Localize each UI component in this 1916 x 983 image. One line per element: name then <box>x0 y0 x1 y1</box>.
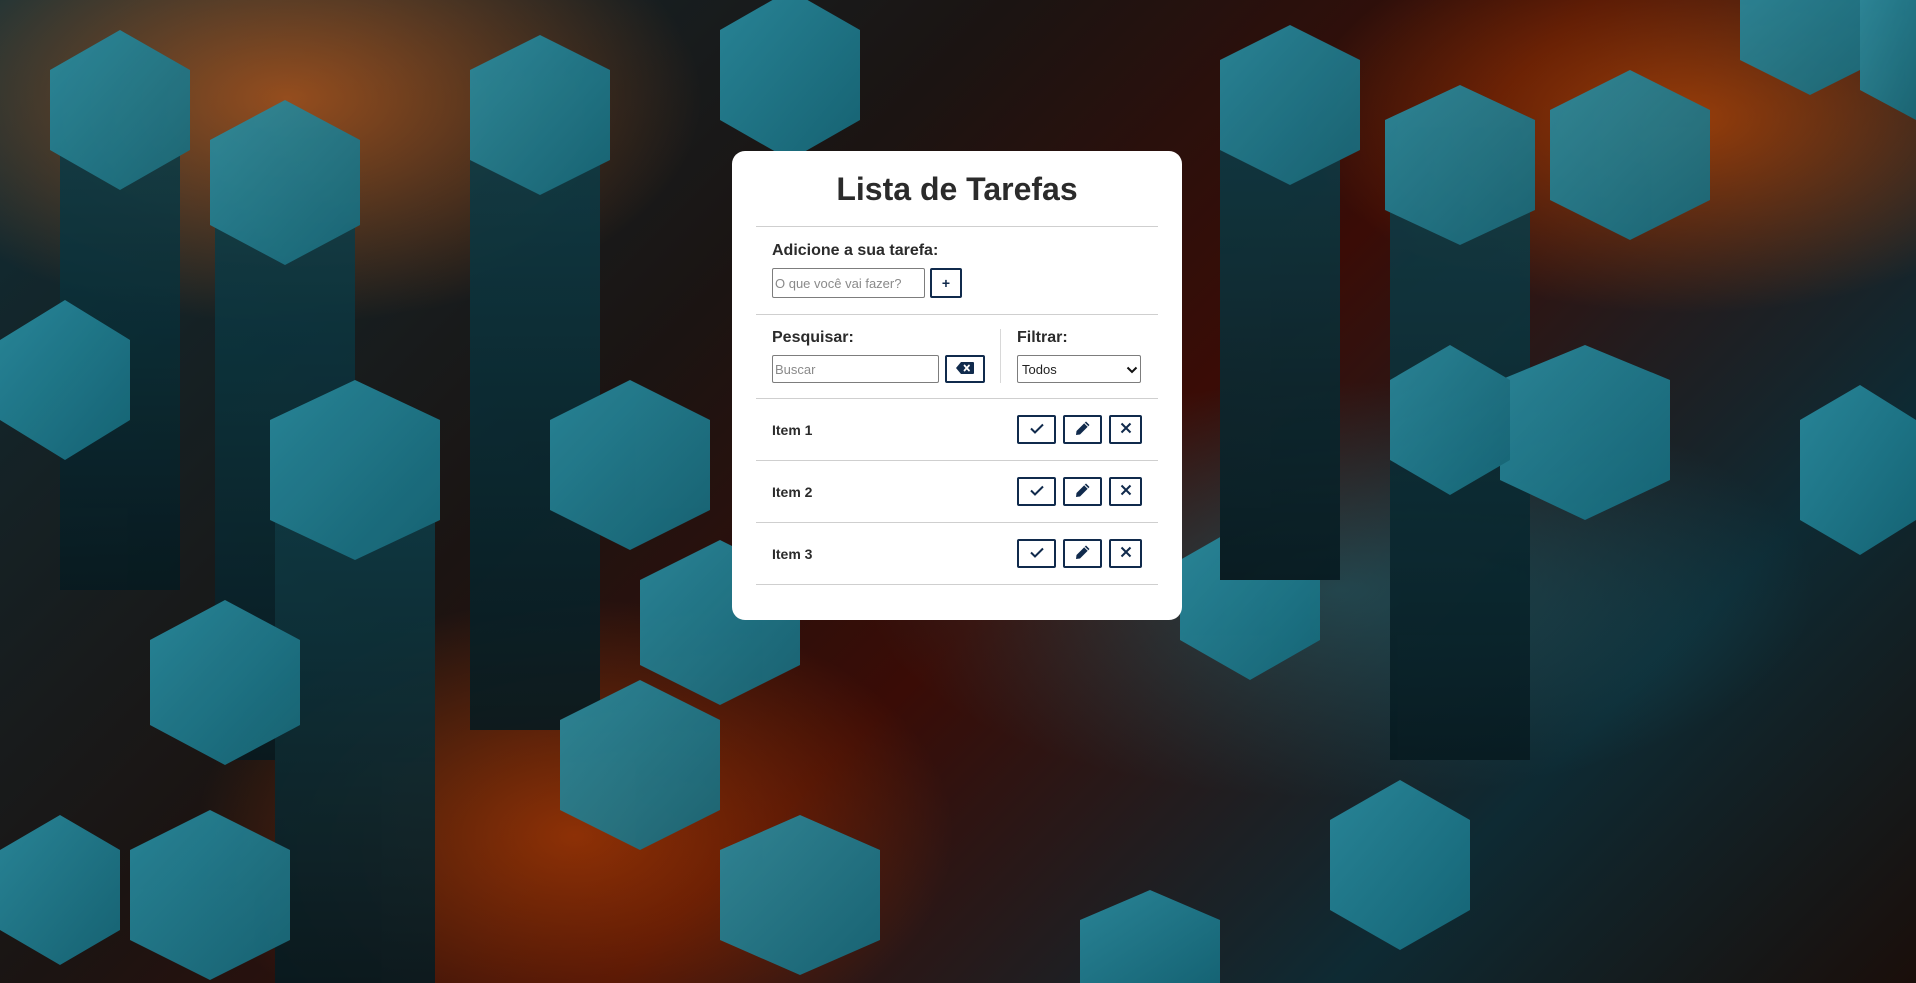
add-task-button[interactable]: + <box>930 268 962 298</box>
pencil-icon <box>1075 544 1091 563</box>
filter-select[interactable]: Todos <box>1017 355 1141 383</box>
todo-item: Item 1 <box>756 399 1158 461</box>
todo-item-label: Item 1 <box>772 421 813 438</box>
todo-actions <box>1017 539 1142 568</box>
close-icon <box>1120 422 1132 437</box>
page-title: Lista de Tarefas <box>756 171 1158 227</box>
pencil-icon <box>1075 482 1091 501</box>
todo-actions <box>1017 415 1142 444</box>
filter-selected-value: Todos <box>1022 361 1057 377</box>
toolbar: Pesquisar: Filtrar: Todos <box>756 315 1158 399</box>
todo-item-label: Item 3 <box>772 545 813 562</box>
add-task-row: + <box>772 268 1142 298</box>
clear-search-button[interactable] <box>945 355 985 383</box>
remove-todo-button[interactable] <box>1109 415 1142 444</box>
close-icon <box>1120 484 1132 499</box>
edit-todo-button[interactable] <box>1063 539 1102 568</box>
finish-todo-button[interactable] <box>1017 477 1056 506</box>
todo-item-label: Item 2 <box>772 483 813 500</box>
remove-todo-button[interactable] <box>1109 539 1142 568</box>
check-icon <box>1029 422 1044 437</box>
todo-card: Lista de Tarefas Adicione a sua tarefa: … <box>732 151 1182 620</box>
close-icon <box>1120 546 1132 561</box>
finish-todo-button[interactable] <box>1017 539 1056 568</box>
edit-todo-button[interactable] <box>1063 415 1102 444</box>
filter-label: Filtrar: <box>1017 329 1068 346</box>
check-icon <box>1029 546 1044 561</box>
search-label: Pesquisar: <box>772 329 854 346</box>
add-task-form: Adicione a sua tarefa: + <box>756 227 1158 315</box>
add-task-label: Adicione a sua tarefa: <box>772 242 939 259</box>
filter-section: Filtrar: Todos <box>1001 329 1141 383</box>
edit-todo-button[interactable] <box>1063 477 1102 506</box>
finish-todo-button[interactable] <box>1017 415 1056 444</box>
todo-list: Item 1 Item 2 Item 3 <box>756 399 1158 585</box>
search-section: Pesquisar: <box>772 329 1001 383</box>
todo-item: Item 2 <box>756 461 1158 523</box>
chevron-down-icon <box>1126 362 1138 377</box>
search-row <box>772 355 1000 383</box>
todo-actions <box>1017 477 1142 506</box>
pencil-icon <box>1075 420 1091 439</box>
backspace-icon <box>956 361 974 377</box>
todo-item: Item 3 <box>756 523 1158 585</box>
remove-todo-button[interactable] <box>1109 477 1142 506</box>
search-input[interactable] <box>772 355 939 383</box>
check-icon <box>1029 484 1044 499</box>
task-input[interactable] <box>772 268 925 298</box>
